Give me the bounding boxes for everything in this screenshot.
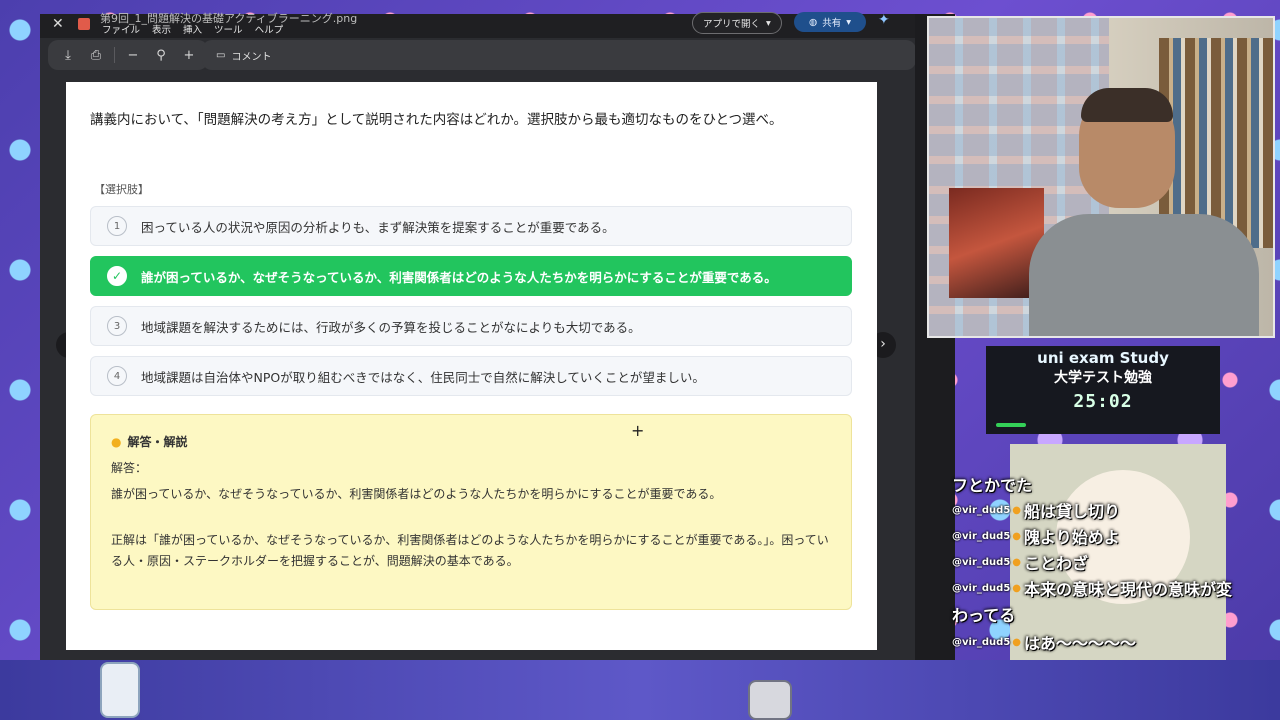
option-number: 4: [107, 366, 127, 386]
timer-subtitle: 大学テスト勉強: [1054, 370, 1152, 386]
answer-explanation: 正解は「誰が困っているか、なぜそうなっているか、利害関係者はどのような人たちかを…: [111, 533, 829, 568]
chat-username: @vir_dud5: [952, 504, 1011, 516]
zoom-out-icon[interactable]: −: [123, 48, 143, 63]
chat-message-text: わってる: [952, 606, 1016, 625]
answer-title: ● 解答・解説: [111, 433, 188, 450]
chat-username: @vir_dud5: [952, 636, 1011, 648]
chat-message-text: フとかでた: [952, 476, 1033, 495]
chat-message-text: 本来の意味と現代の意味が変: [1024, 580, 1233, 599]
webcam-person-hair: [1081, 88, 1173, 122]
print-icon[interactable]: ⎙: [86, 48, 106, 63]
option-text: 誰が困っているか、なぜそうなっているか、利害関係者はどのような人たちかを明らかに…: [141, 269, 777, 285]
image-file-icon: [78, 18, 90, 30]
chat-message: フとかでた: [952, 472, 1032, 496]
menu-file[interactable]: ファイル: [102, 22, 140, 36]
option-4[interactable]: 4 地域課題は自治体やNPOが取り組むべきではなく、住民同士で自然に解決していく…: [90, 356, 852, 396]
chat-message-text: ことわざ: [1024, 554, 1089, 573]
member-badge-icon: ●: [1012, 530, 1022, 542]
open-with-app-label: アプリで開く: [703, 19, 761, 30]
chat-message: @vir_dud5 ● ことわざ: [952, 550, 1088, 574]
option-2-correct[interactable]: ✓ 誰が困っているか、なぜそうなっているか、利害関係者はどのような人たちかを明ら…: [90, 256, 852, 296]
menu-view[interactable]: 表示: [152, 22, 171, 36]
close-icon[interactable]: ✕: [52, 16, 64, 32]
gemini-icon[interactable]: ✦: [878, 12, 890, 28]
comment-button[interactable]: ▭ コメント: [202, 40, 916, 70]
chat-username: @vir_dud5: [952, 530, 1011, 542]
chat-username: @vir_dud5: [952, 556, 1011, 568]
timer-title: uni exam Study: [1037, 349, 1169, 367]
option-number: 1: [107, 216, 127, 236]
bottom-decor-strip: [0, 660, 1280, 720]
share-button[interactable]: ◍ 共有 ▾: [794, 12, 866, 32]
option-text: 地域課題は自治体やNPOが取り組むべきではなく、住民同士で自然に解決していくこと…: [141, 369, 705, 385]
download-icon[interactable]: ⤓: [58, 48, 78, 63]
member-badge-icon: ●: [1012, 582, 1022, 594]
zoom-icon[interactable]: ⚲: [151, 48, 171, 63]
chat-message: わってる: [952, 602, 1015, 626]
answer-panel: ● 解答・解説 解答： 誰が困っているか、なぜそうなっているか、利害関係者はどのよ…: [90, 414, 852, 610]
options-heading: 【選択肢】: [94, 183, 149, 196]
menu-tools[interactable]: ツール: [214, 22, 243, 36]
timer-progress-bar: [996, 423, 1026, 427]
chevron-down-icon: ▾: [846, 16, 852, 28]
option-text: 困っている人の状況や原因の分析よりも、まず解決策を提案することが重要である。: [141, 219, 615, 235]
timer-value: 25:02: [1073, 391, 1133, 412]
member-badge-icon: ●: [1012, 636, 1022, 648]
open-with-app-button[interactable]: アプリで開く ▾: [692, 12, 782, 34]
toolbar-divider: [114, 47, 115, 63]
option-text: 地域課題を解決するためには、行政が多くの予算を投じることがなによりも大切である。: [141, 319, 641, 335]
viewer-toolbar: ⤓ ⎙ − ⚲ +: [48, 40, 208, 70]
chat-username: @vir_dud5: [952, 582, 1011, 594]
answer-title-text: 解答・解説: [127, 435, 188, 449]
chevron-down-icon: ▾: [766, 17, 771, 29]
chat-message: @vir_dud5 ● 船は貸し切り: [952, 498, 1120, 522]
member-badge-icon: ●: [1012, 504, 1022, 516]
answer-label: 解答：: [111, 461, 148, 475]
comment-icon: ▭: [216, 49, 226, 61]
viewer-titlebar: ✕ 第9回_1_問題解決の基礎アクティブラーニング.png ファイル 表示 挿入…: [40, 12, 915, 38]
drive-viewer-window: ✕ 第9回_1_問題解決の基礎アクティブラーニング.png ファイル 表示 挿入…: [40, 12, 916, 660]
member-badge-icon: ●: [1012, 556, 1022, 568]
answer-text: 誰が困っているか、なぜそうなっているか、利害関係者はどのような人たちかを明らかに…: [111, 487, 722, 501]
menu-help[interactable]: ヘルプ: [255, 22, 284, 36]
chat-message: @vir_dud5 ● 本来の意味と現代の意味が変: [952, 576, 1232, 600]
robot-mascot-icon: [100, 662, 140, 718]
webcam-person-body: [1029, 214, 1259, 336]
share-label: 共有: [822, 18, 842, 29]
option-1[interactable]: 1 困っている人の状況や原因の分析よりも、まず解決策を提案することが重要である。: [90, 206, 852, 246]
checkmark-icon: ✓: [107, 266, 127, 286]
document-page: 講義内において、「問題解決の考え方」として説明された内容はどれか。選択肢から最も…: [66, 82, 877, 650]
lightbulb-icon: ●: [111, 435, 122, 449]
cat-mascot-icon: [748, 680, 792, 720]
menu-insert[interactable]: 挿入: [183, 22, 202, 36]
chat-message-text: 船は貸し切り: [1024, 502, 1121, 521]
webcam-feed: [927, 16, 1275, 338]
crosshair-cursor-icon: +: [631, 421, 645, 440]
study-timer: uni exam Study 大学テスト勉強 25:02: [986, 346, 1220, 434]
option-3[interactable]: 3 地域課題を解決するためには、行政が多くの予算を投じることがなによりも大切であ…: [90, 306, 852, 346]
chat-message: @vir_dud5 ● 隗より始めよ: [952, 524, 1120, 548]
globe-icon: ◍: [808, 16, 818, 28]
comment-label: コメント: [231, 51, 272, 63]
chat-message-text: 隗より始めよ: [1024, 528, 1120, 547]
chat-message: @vir_dud5 ● はあ～～～～～: [952, 630, 1136, 654]
menu-bar: ファイル 表示 挿入 ツール ヘルプ: [102, 22, 283, 36]
question-text: 講義内において、「問題解決の考え方」として説明された内容はどれか。選択肢から最も…: [90, 112, 783, 128]
zoom-in-icon[interactable]: +: [179, 48, 199, 63]
option-number: 3: [107, 316, 127, 336]
chat-message-text: はあ～～～～～: [1024, 634, 1137, 653]
